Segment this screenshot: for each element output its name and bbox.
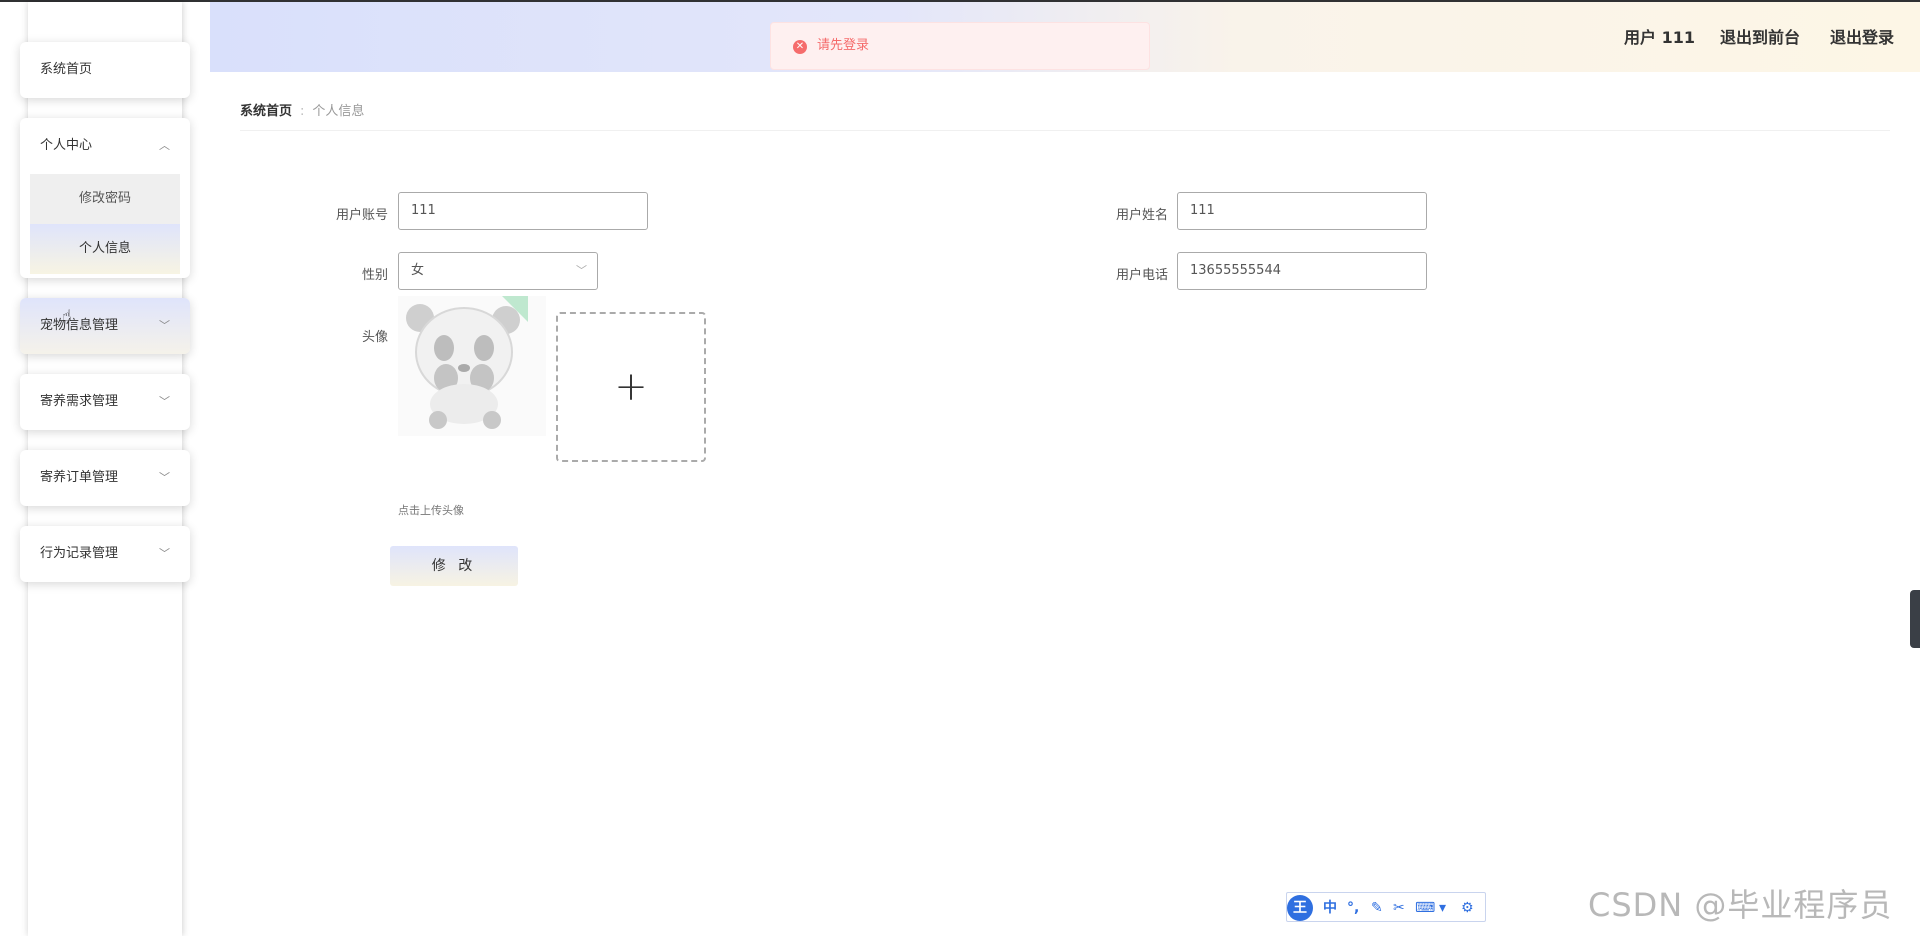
sidebar-item-label: 系统首页 xyxy=(40,62,93,77)
submit-button[interactable]: 修 改 xyxy=(390,546,518,586)
chevron-down-icon: ﹀ xyxy=(159,471,170,484)
sidebar-item-label: 行为记录管理 xyxy=(40,546,119,561)
sidebar-item-foster-order[interactable]: 寄养订单管理 ﹀ xyxy=(20,450,190,506)
avatar-image xyxy=(398,296,546,436)
plus-icon: + xyxy=(614,364,648,410)
sidebar-item-label: 寄养订单管理 xyxy=(40,470,119,485)
sidebar-subitem-change-password[interactable]: 修改密码 xyxy=(30,174,180,224)
name-input[interactable]: 111 xyxy=(1177,192,1427,230)
avatar-label: 头像 xyxy=(361,330,388,345)
sidebar-item-label: 寄养需求管理 xyxy=(40,394,119,409)
breadcrumb-home[interactable]: 系统首页 xyxy=(240,104,292,119)
side-panel-tab[interactable] xyxy=(1910,590,1920,648)
sidebar-item-label: 宠物信息管理 xyxy=(40,318,119,333)
chevron-down-icon: ﹀ xyxy=(159,395,170,408)
error-icon: ✕ xyxy=(793,40,807,54)
breadcrumb-separator: : xyxy=(300,104,305,119)
breadcrumb: 系统首页: 个人信息 xyxy=(240,100,364,119)
chevron-down-icon: ﹀ xyxy=(576,264,587,277)
sidebar-item-foster-demand[interactable]: 寄养需求管理 ﹀ xyxy=(20,374,190,430)
account-input[interactable]: 111 xyxy=(398,192,648,230)
chevron-down-icon: ﹀ xyxy=(159,319,170,332)
name-label: 用户姓名 xyxy=(1115,208,1168,223)
sidebar-item-behavior-record[interactable]: 行为记录管理 ﹀ xyxy=(20,526,190,582)
gender-value: 女 xyxy=(411,263,425,278)
gender-select[interactable]: 女 ﹀ xyxy=(398,252,598,290)
watermark: CSDN @毕业程序员 xyxy=(1588,886,1893,924)
settings-icon[interactable]: ⚙ xyxy=(1461,893,1474,923)
logout-link[interactable]: 退出登录 xyxy=(1830,2,1894,74)
hand-cursor-icon: ☝ xyxy=(62,306,72,325)
pen-icon[interactable]: ✎ xyxy=(1371,893,1383,923)
back-to-front-link[interactable]: 退出到前台 xyxy=(1720,2,1800,74)
punctuation-icon[interactable]: °, xyxy=(1347,893,1359,923)
keyboard-icon[interactable]: ⌨ xyxy=(1415,893,1435,923)
scissors-icon[interactable]: ✂ xyxy=(1393,893,1405,923)
sidebar-item-home[interactable]: 系统首页 xyxy=(20,42,190,98)
avatar-uploader[interactable]: + xyxy=(556,312,706,462)
ime-toolbar: 王 中 °, ✎ ✂ ⌨ ▾ ⚙ xyxy=(1286,892,1486,922)
sidebar-item-personal[interactable]: 个人中心 xyxy=(40,118,92,174)
phone-label: 用户电话 xyxy=(1115,268,1168,283)
divider xyxy=(240,130,1890,131)
ime-chinese-mode[interactable]: 中 xyxy=(1323,893,1337,923)
upload-hint: 点击上传头像 xyxy=(398,504,464,517)
chevron-down-icon: ﹀ xyxy=(159,547,170,560)
account-label: 用户账号 xyxy=(335,208,388,223)
error-toast: ✕ 请先登录 xyxy=(770,22,1150,70)
ime-logo[interactable]: 王 xyxy=(1287,895,1313,921)
gender-label: 性别 xyxy=(361,268,388,283)
sidebar-subitem-personal-info[interactable]: 个人信息 xyxy=(30,224,180,274)
current-user: 用户 111 xyxy=(1624,28,1695,47)
skin-icon[interactable]: ▾ xyxy=(1439,893,1446,923)
sidebar-item-pet-info[interactable]: 宠物信息管理 ﹀ xyxy=(20,298,190,354)
chevron-up-icon[interactable]: ︿ xyxy=(159,118,170,174)
sidebar-group-personal: 个人中心 ︿ 修改密码 个人信息 xyxy=(20,118,190,278)
phone-input[interactable]: 13655555544 xyxy=(1177,252,1427,290)
toast-message: 请先登录 xyxy=(817,38,870,53)
breadcrumb-current: 个人信息 xyxy=(312,104,365,119)
